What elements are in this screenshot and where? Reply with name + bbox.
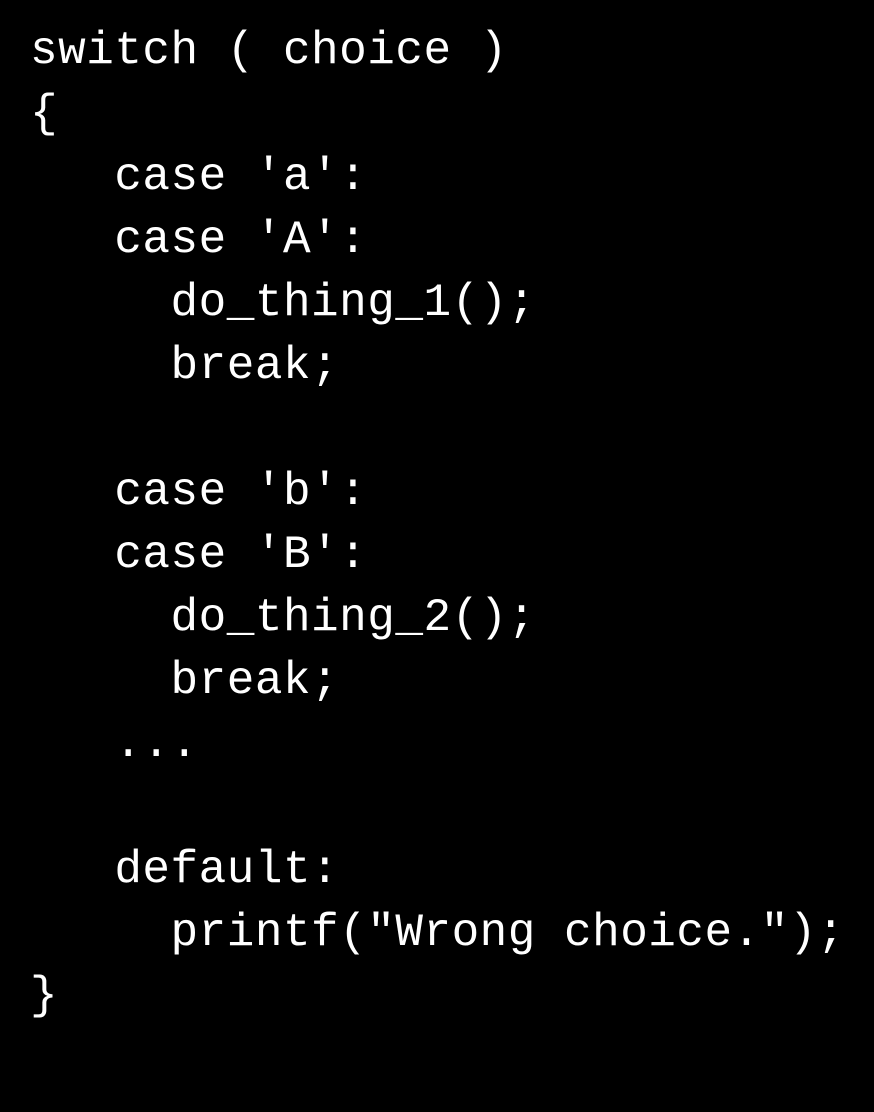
code-block: switch ( choice ) { case 'a': case 'A': … — [0, 0, 874, 1048]
code-content: switch ( choice ) { case 'a': case 'A': … — [30, 25, 845, 1022]
